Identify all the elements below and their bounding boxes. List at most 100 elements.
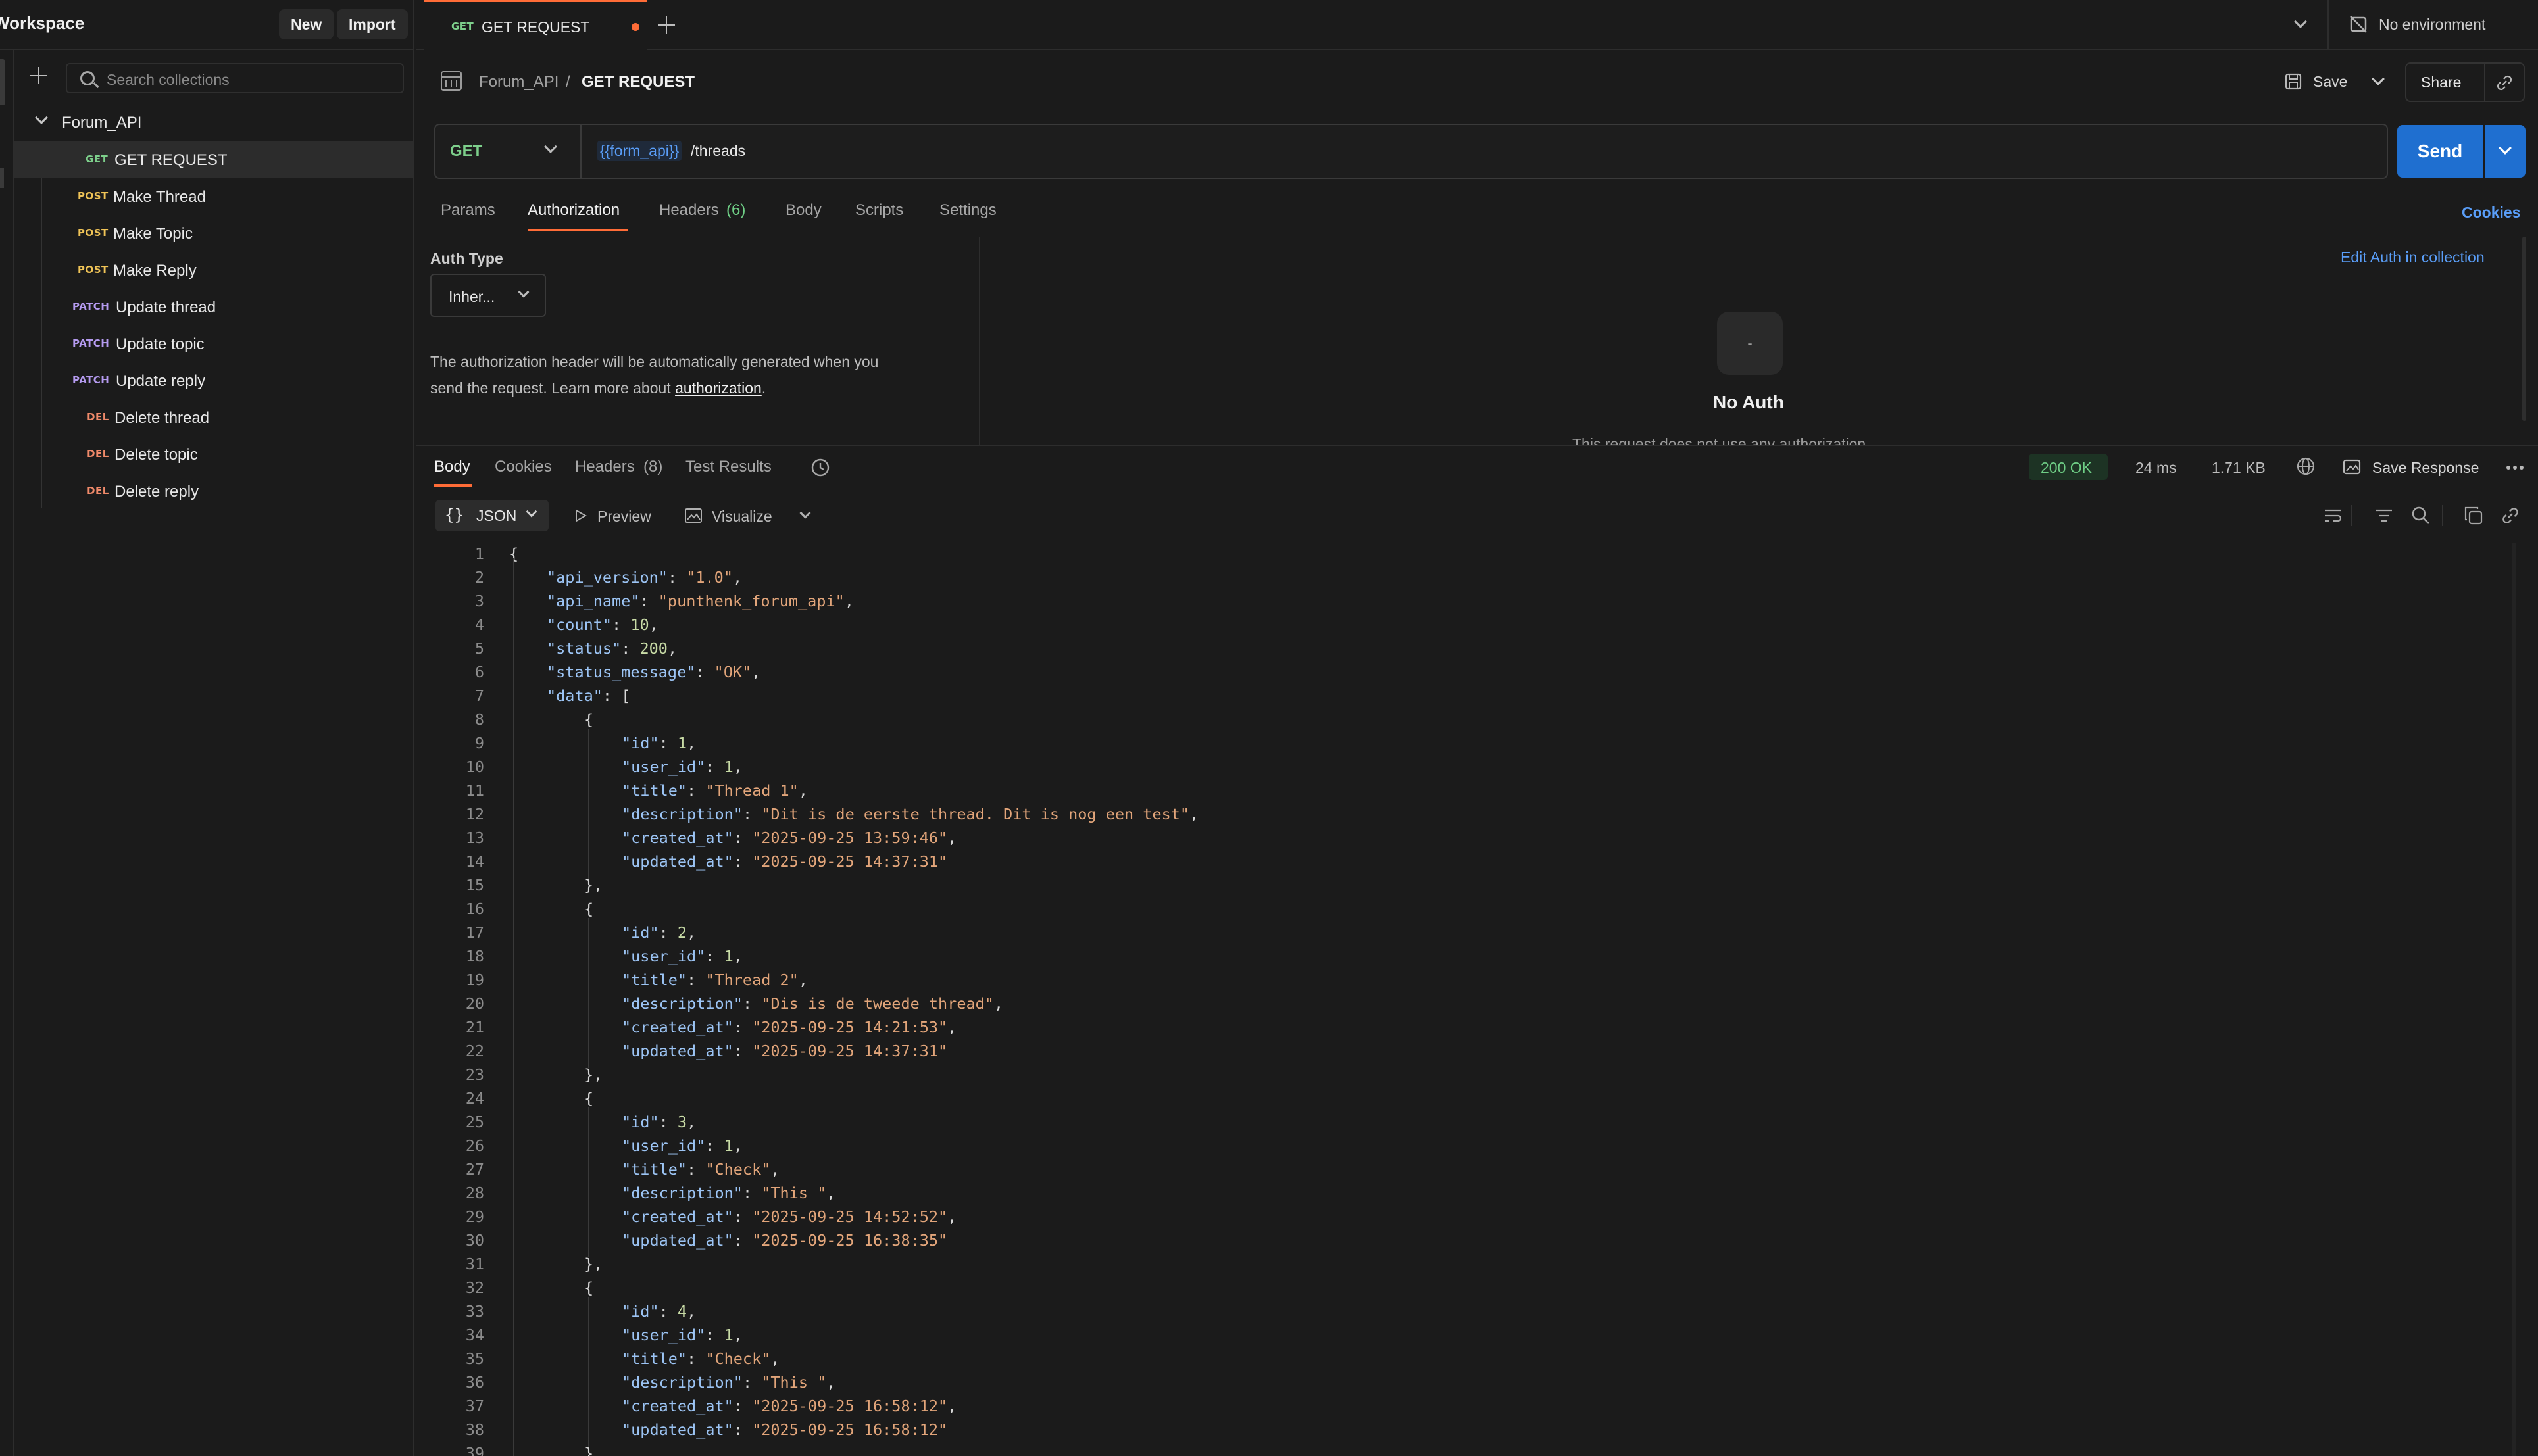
authorization-learn-link[interactable]: authorization [675, 379, 762, 397]
search-collections-input[interactable]: Search collections [66, 63, 404, 93]
json-key: "api_version" [547, 568, 668, 587]
add-collection-icon[interactable] [29, 66, 49, 85]
method-select[interactable]: GET [435, 125, 582, 178]
code-line: "id": 3, [622, 1113, 697, 1131]
save-options-chevron-icon[interactable] [2372, 72, 2385, 85]
json-punctuation: { [584, 1278, 594, 1297]
send-button[interactable]: Send [2397, 125, 2483, 178]
save-button[interactable]: Save [2281, 64, 2385, 100]
line-number: 9 [474, 734, 484, 752]
auth-divider [979, 237, 980, 445]
request-item[interactable]: DEL Delete topic [14, 435, 413, 472]
json-key: "updated_at" [622, 1231, 734, 1250]
response-tab-headers[interactable]: Headers [575, 458, 635, 476]
visualize-chevron-icon[interactable] [799, 507, 811, 519]
tab-params[interactable]: Params [441, 201, 495, 220]
tab-method: GET [451, 20, 474, 32]
wrap-lines-icon[interactable] [2322, 505, 2343, 526]
response-divider[interactable] [416, 445, 2538, 446]
url-input[interactable]: {{form_api}} /threads [593, 125, 2383, 178]
chevron-down-icon[interactable] [35, 111, 48, 124]
request-name: Delete topic [114, 446, 198, 464]
response-tab-cookies[interactable]: Cookies [495, 458, 552, 476]
request-item[interactable]: DEL Delete reply [14, 472, 413, 509]
edit-auth-link[interactable]: Edit Auth in collection [2341, 249, 2485, 266]
new-button[interactable]: New [279, 9, 334, 39]
json-key: "updated_at" [622, 852, 734, 871]
status-text: 200 OK [2041, 459, 2092, 476]
response-time[interactable]: 24 ms [2135, 459, 2177, 477]
send-options-button[interactable] [2485, 125, 2526, 178]
line-number: 21 [465, 1018, 484, 1036]
line-number: 7 [474, 687, 484, 705]
visualize-button[interactable]: Visualize [684, 500, 816, 531]
preview-label: Preview [597, 508, 651, 525]
response-tab-test-results[interactable]: Test Results [685, 458, 772, 476]
json-key: "description" [622, 994, 743, 1013]
tab-headers[interactable]: Headers [659, 201, 719, 220]
request-item[interactable]: PATCH Update reply [14, 362, 413, 399]
tabs-dropdown-icon[interactable] [2294, 15, 2307, 28]
line-number: 12 [465, 805, 484, 823]
cookies-link[interactable]: Cookies [2462, 204, 2520, 222]
line-number: 13 [465, 829, 484, 847]
json-value: 1 [677, 734, 687, 752]
json-value: "2025-09-25 16:58:12" [752, 1397, 948, 1415]
more-options-icon[interactable] [2505, 460, 2525, 473]
new-tab-icon[interactable] [657, 15, 676, 35]
line-number: 25 [465, 1113, 484, 1131]
request-item[interactable]: DEL Delete thread [14, 399, 413, 435]
request-method-badge: DEL [87, 411, 109, 423]
tab-body[interactable]: Body [785, 201, 822, 220]
history-icon[interactable] [809, 456, 832, 479]
share-button[interactable]: Share [2421, 74, 2461, 91]
tab-settings[interactable]: Settings [939, 201, 997, 220]
environment-selector[interactable]: No environment [2327, 0, 2538, 50]
tab-get-request[interactable]: GET GET REQUEST [424, 0, 647, 50]
breadcrumb-collection[interactable]: Forum_API [479, 73, 559, 91]
rail-indicator[interactable] [0, 59, 5, 105]
collection-forum-api[interactable]: Forum_API [14, 104, 413, 141]
status-badge[interactable]: 200 OK [2029, 454, 2108, 480]
search-icon[interactable] [2410, 505, 2431, 526]
request-name: Update reply [116, 372, 206, 390]
request-name: Make Thread [113, 188, 206, 206]
workspace-title[interactable]: Workspace [0, 13, 84, 34]
copy-icon[interactable] [2463, 505, 2484, 526]
request-name: Make Reply [113, 262, 197, 279]
tab-headers-count: (6) [726, 201, 746, 219]
format-select[interactable]: {} JSON [435, 500, 549, 531]
request-item[interactable]: POST Make Thread [14, 178, 413, 214]
request-method-badge: PATCH [72, 337, 110, 349]
toolbar-divider [2442, 505, 2443, 526]
filter-icon[interactable] [2374, 505, 2395, 526]
json-key: "user_id" [622, 947, 706, 965]
url-variable[interactable]: {{form_api}} [597, 141, 682, 161]
json-punctuation: { [584, 900, 594, 918]
tab-scripts[interactable]: Scripts [855, 201, 903, 220]
link-icon[interactable] [2500, 505, 2521, 526]
request-item[interactable]: POST Make Reply [14, 251, 413, 288]
copy-link-icon[interactable] [2495, 73, 2514, 93]
request-item[interactable]: GET GET REQUEST [14, 141, 413, 178]
response-size[interactable]: 1.71 KB [2212, 459, 2266, 477]
request-item[interactable]: POST Make Topic [14, 214, 413, 251]
code-scrollbar[interactable] [2512, 543, 2516, 1456]
request-method-badge: GET [86, 153, 109, 165]
request-title[interactable]: GET REQUEST [582, 73, 695, 91]
network-globe-icon[interactable] [2295, 455, 2317, 477]
auth-type-select[interactable]: Inher... [430, 274, 546, 317]
collection-name: Forum_API [62, 114, 142, 132]
response-body-viewer[interactable]: 1 {2 "api_version": "1.0", 3 "api_name": "pu… [416, 543, 2514, 1456]
preview-button[interactable]: Preview [572, 500, 664, 531]
auth-type-label: Auth Type [430, 250, 503, 267]
import-button[interactable]: Import [337, 9, 408, 39]
request-item[interactable]: PATCH Update thread [14, 288, 413, 325]
response-tab-body[interactable]: Body [434, 458, 470, 476]
json-value: "Dis is de tweede thread" [761, 994, 994, 1013]
auth-scrollbar[interactable] [2522, 237, 2526, 421]
tab-authorization[interactable]: Authorization [528, 201, 620, 220]
save-response-button[interactable]: Save Response [2342, 454, 2500, 480]
json-value: "This " [761, 1184, 827, 1202]
request-item[interactable]: PATCH Update topic [14, 325, 413, 362]
